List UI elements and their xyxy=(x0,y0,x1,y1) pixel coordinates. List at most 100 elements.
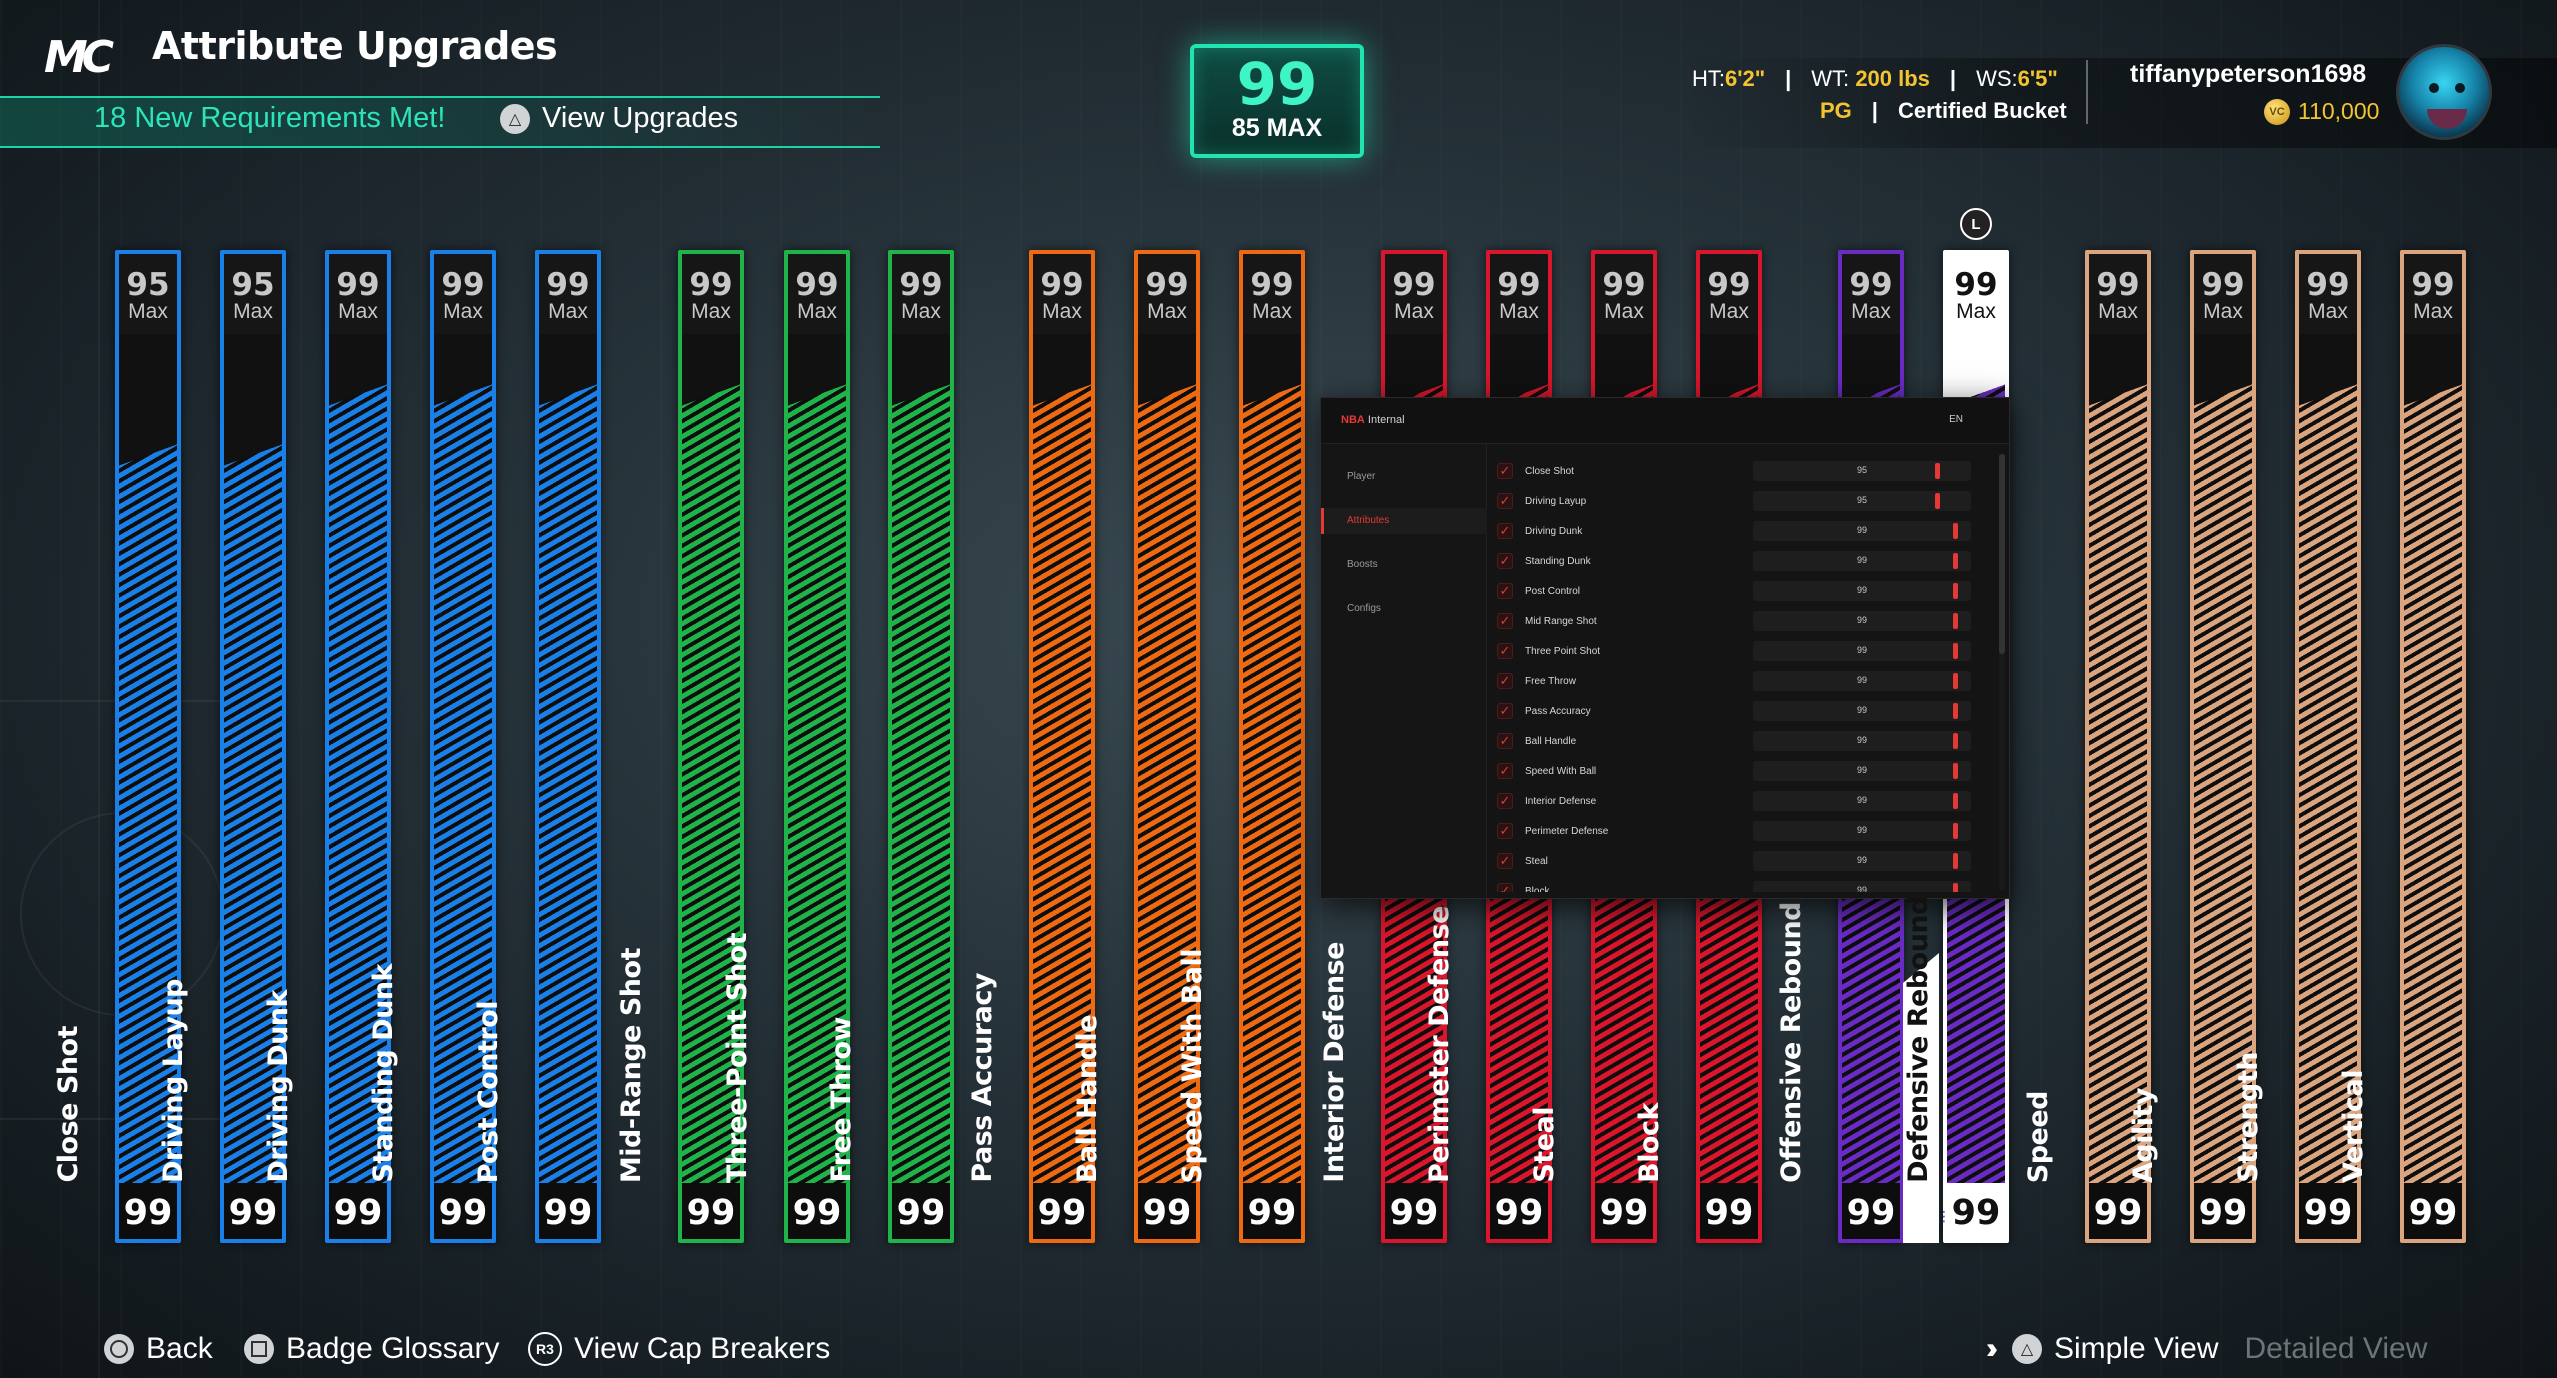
attribute-value-slider[interactable]: 99 xyxy=(1753,821,1971,841)
checkbox-checked-icon[interactable]: ✓ xyxy=(1497,463,1513,479)
attribute-column[interactable]: 99 Max ⋮ 99 Free Throw xyxy=(826,250,954,1243)
attribute-name: Block xyxy=(1634,1103,1665,1183)
attribute-toggle-label: Interior Defense xyxy=(1525,795,1597,807)
attribute-bar-fill xyxy=(2299,381,2357,1183)
checkbox-checked-icon[interactable]: ✓ xyxy=(1497,643,1513,659)
checkbox-checked-icon[interactable]: ✓ xyxy=(1497,703,1513,719)
attribute-value-slider[interactable]: 95 xyxy=(1753,491,1971,511)
attribute-max-cap: 99 Max xyxy=(1700,254,1758,334)
checkbox-checked-icon[interactable]: ✓ xyxy=(1497,553,1513,569)
checkbox-checked-icon[interactable]: ✓ xyxy=(1497,673,1513,689)
checkbox-checked-icon[interactable]: ✓ xyxy=(1497,583,1513,599)
attribute-max-value: 99 xyxy=(336,267,380,303)
slider-handle[interactable] xyxy=(1953,703,1958,719)
attribute-value-slider[interactable]: 99 xyxy=(1753,881,1971,892)
view-toggle[interactable]: ›› Simple View Detailed View xyxy=(1986,1332,2427,1366)
attribute-value-slider[interactable]: 99 xyxy=(1753,731,1971,751)
badge-glossary-button[interactable]: Badge Glossary xyxy=(244,1332,499,1366)
checkbox-checked-icon[interactable]: ✓ xyxy=(1497,793,1513,809)
attribute-toggle-row: ✓ Driving Layup 95 xyxy=(1497,486,2001,516)
attribute-max-label: Max xyxy=(1851,300,1891,323)
attribute-max-value: 99 xyxy=(2306,267,2350,303)
attribute-toggle-label: Driving Layup xyxy=(1525,495,1587,507)
checkbox-checked-icon[interactable]: ✓ xyxy=(1497,523,1513,539)
view-cap-breakers-button[interactable]: R3 View Cap Breakers xyxy=(528,1332,830,1366)
language-selector[interactable]: EN xyxy=(1949,414,1963,425)
attribute-max-label: Max xyxy=(1956,300,1996,323)
attribute-value-slider[interactable]: 99 xyxy=(1753,791,1971,811)
detailed-view-label[interactable]: Detailed View xyxy=(2245,1332,2428,1366)
attribute-value-slider[interactable]: 99 xyxy=(1753,581,1971,601)
attribute-toggle-label: Ball Handle xyxy=(1525,735,1577,747)
slider-handle[interactable] xyxy=(1953,883,1958,892)
attribute-column[interactable]: 99 Max ⋮ 99 Vertical xyxy=(2338,250,2466,1243)
checkbox-checked-icon[interactable]: ✓ xyxy=(1497,883,1513,892)
attribute-max-cap: 99 Max xyxy=(2299,254,2357,334)
slider-handle[interactable] xyxy=(1953,523,1958,539)
slider-handle[interactable] xyxy=(1953,793,1958,809)
attribute-value-slider[interactable]: 99 xyxy=(1753,521,1971,541)
player-build-info: PG | Certified Bucket xyxy=(1820,98,2067,123)
attribute-max-value: 99 xyxy=(1707,267,1751,303)
attribute-value-slider[interactable]: 99 xyxy=(1753,551,1971,571)
slider-handle[interactable] xyxy=(1953,613,1958,629)
vc-amount: 110,000 xyxy=(2298,98,2380,124)
slider-handle[interactable] xyxy=(1935,493,1940,509)
checkbox-checked-icon[interactable]: ✓ xyxy=(1497,853,1513,869)
slider-handle[interactable] xyxy=(1953,853,1958,869)
mod-menu-nav-item[interactable]: Player xyxy=(1321,464,1487,490)
slider-value: 99 xyxy=(1856,585,1867,595)
attribute-name: Defensive Rebound xyxy=(1903,896,1934,1183)
attribute-value-slider[interactable]: 99 xyxy=(1753,761,1971,781)
view-upgrades-button[interactable]: View Upgrades xyxy=(500,102,738,135)
attribute-value-slider[interactable]: 99 xyxy=(1753,851,1971,871)
attribute-value-slider[interactable]: 99 xyxy=(1753,641,1971,661)
attribute-value: 99 xyxy=(228,1193,278,1233)
attribute-value-slider[interactable]: 99 xyxy=(1753,611,1971,631)
scrollbar[interactable] xyxy=(1999,454,2005,890)
attribute-max-label: Max xyxy=(233,300,273,323)
attribute-max-value: 99 xyxy=(1849,267,1893,303)
back-button[interactable]: Back xyxy=(104,1332,213,1366)
checkbox-checked-icon[interactable]: ✓ xyxy=(1497,613,1513,629)
attribute-name: Vertical xyxy=(2338,1070,2369,1183)
slider-handle[interactable] xyxy=(1953,553,1958,569)
attribute-column[interactable]: 99 Max ⋮ 99 Speed With Ball xyxy=(1177,250,1305,1243)
attribute-column[interactable]: 99 Max ⋮ 99 Post Control xyxy=(473,250,601,1243)
checkbox-checked-icon[interactable]: ✓ xyxy=(1497,763,1513,779)
attribute-max-label: Max xyxy=(548,300,588,323)
back-label: Back xyxy=(146,1332,213,1365)
attribute-value: 99 xyxy=(1951,1193,2001,1233)
slider-handle[interactable] xyxy=(1935,463,1940,479)
attribute-value-slider[interactable]: 99 xyxy=(1753,701,1971,721)
slider-handle[interactable] xyxy=(1953,643,1958,659)
slider-handle[interactable] xyxy=(1953,583,1958,599)
checkbox-checked-icon[interactable]: ✓ xyxy=(1497,493,1513,509)
attribute-value-slider[interactable]: 95 xyxy=(1753,461,1971,481)
attribute-toggle-row: ✓ Pass Accuracy 99 xyxy=(1497,696,2001,726)
mod-menu-panel[interactable]: NBA Internal EN Player Attributes Boosts Co… xyxy=(1320,397,2010,899)
checkbox-checked-icon[interactable]: ✓ xyxy=(1497,823,1513,839)
brand-red-text: NBA xyxy=(1341,414,1365,426)
simple-view-label[interactable]: Simple View xyxy=(2054,1332,2219,1366)
slider-handle[interactable] xyxy=(1953,673,1958,689)
slider-value: 99 xyxy=(1856,825,1867,835)
attribute-max-label: Max xyxy=(901,300,941,323)
attribute-name: Free Throw xyxy=(826,1017,857,1183)
slider-handle[interactable] xyxy=(1953,823,1958,839)
mod-menu-nav-item[interactable]: Boosts xyxy=(1321,552,1487,578)
checkbox-checked-icon[interactable]: ✓ xyxy=(1497,733,1513,749)
triangle-button-icon xyxy=(2011,1334,2042,1364)
slider-handle[interactable] xyxy=(1953,733,1958,749)
attribute-bar-fill xyxy=(2089,381,2147,1183)
attribute-max-cap: 99 Max xyxy=(1243,254,1301,334)
attribute-max-value: 99 xyxy=(1145,267,1189,303)
attribute-value-slider[interactable]: 99 xyxy=(1753,671,1971,691)
attribute-max-value: 99 xyxy=(441,267,485,303)
mod-menu-nav-item[interactable]: Attributes xyxy=(1321,508,1487,534)
mod-menu-nav-item[interactable]: Configs xyxy=(1321,596,1487,622)
slider-handle[interactable] xyxy=(1953,763,1958,779)
overall-max-label: 85 MAX xyxy=(1231,114,1323,142)
attribute-max-value: 99 xyxy=(1602,267,1646,303)
attribute-max-value: 99 xyxy=(2201,267,2245,303)
